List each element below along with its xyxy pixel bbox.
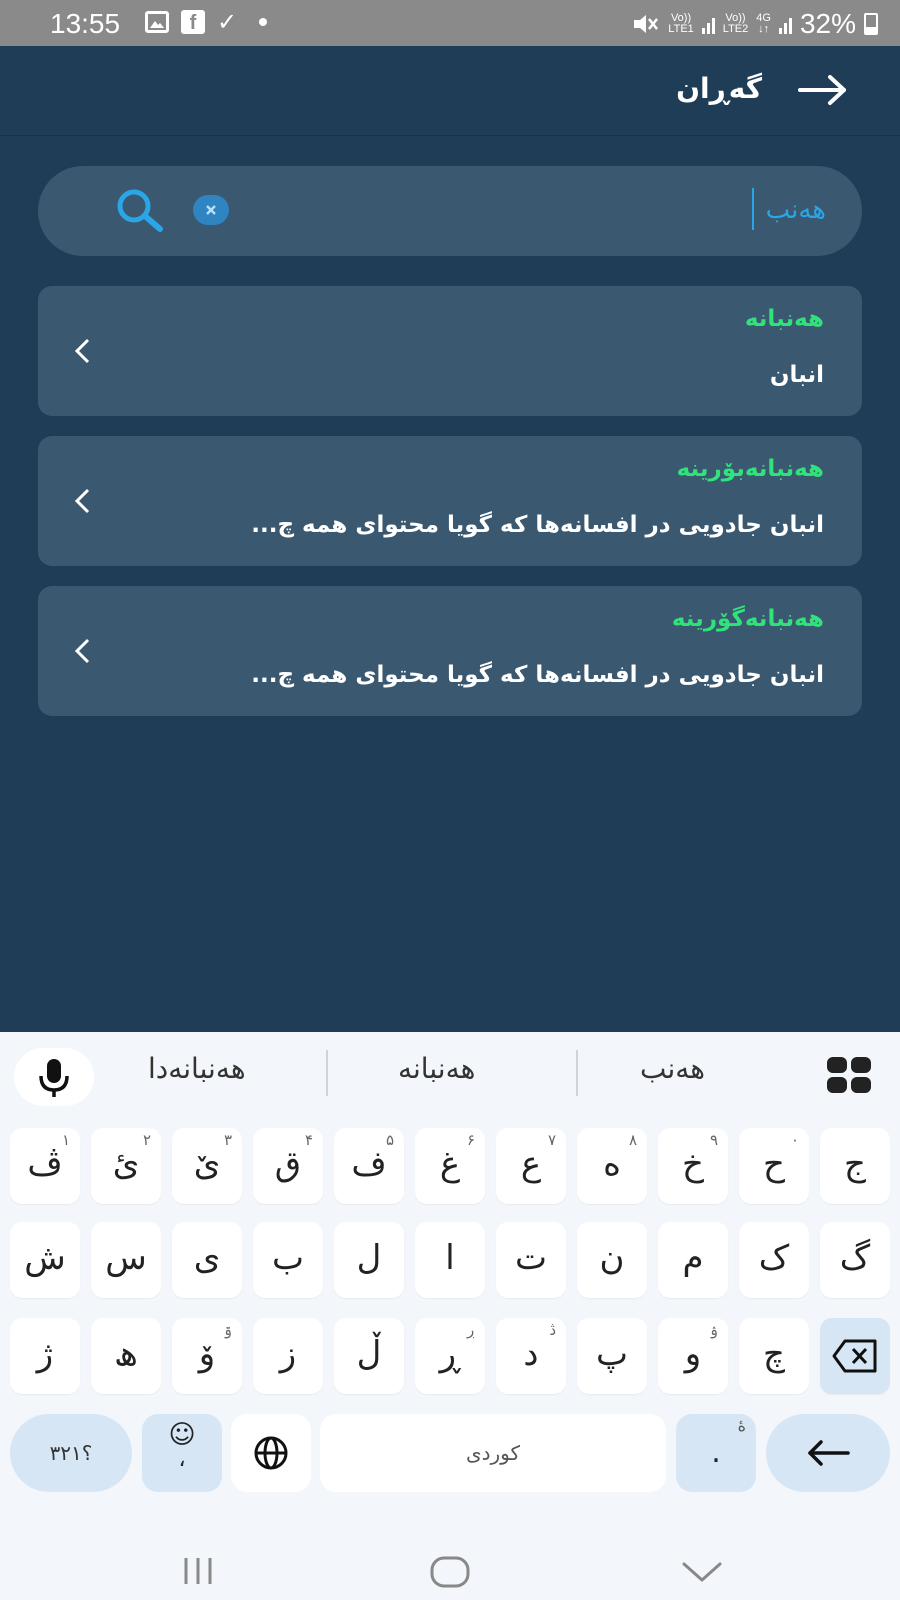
system-navigation-bar	[0, 1500, 900, 1600]
key[interactable]: چ	[739, 1318, 809, 1394]
suggestion-bar: هەنبانەدا هەنبانە هەنب	[0, 1032, 900, 1112]
arrow-left-icon	[808, 1440, 850, 1466]
search-input[interactable]	[246, 190, 826, 230]
network-lte2: Vo)) LTE2	[722, 12, 749, 35]
result-title: هەنبانەبۆرینە	[676, 456, 824, 482]
search-icon[interactable]	[112, 188, 168, 234]
check-icon: ✓	[217, 8, 238, 36]
enter-key[interactable]	[766, 1414, 890, 1492]
key[interactable]: خ٩	[658, 1128, 728, 1204]
result-title: هەنبانەگۆرینە	[671, 606, 824, 632]
key[interactable]: ح٠	[739, 1128, 809, 1204]
result-item[interactable]: هەنبانەگۆرینە انبان جادویی در افسانه‌ها …	[38, 586, 862, 716]
key[interactable]: ە٨	[577, 1128, 647, 1204]
home-icon[interactable]	[428, 1552, 472, 1592]
status-notification-icons: f ✓	[145, 8, 268, 36]
key[interactable]: ش	[10, 1222, 80, 1298]
network-lte1: Vo)) LTE1	[668, 12, 694, 35]
key[interactable]: ب	[253, 1222, 323, 1298]
result-subtitle: انبان جادویی در افسانه‌ها که گویا محتوای…	[251, 512, 824, 538]
key[interactable]: غ۶	[415, 1128, 485, 1204]
result-item[interactable]: هەنبانەبۆرینە انبان جادویی در افسانه‌ها …	[38, 436, 862, 566]
key[interactable]: ئ٢	[91, 1128, 161, 1204]
search-bar	[38, 166, 862, 256]
status-time: 13:55	[50, 8, 121, 39]
key[interactable]: پ	[577, 1318, 647, 1394]
signal-icon-2	[778, 14, 792, 34]
key[interactable]: م	[658, 1222, 728, 1298]
key[interactable]: ۆۊ	[172, 1318, 242, 1394]
key[interactable]: ز	[253, 1318, 323, 1394]
microphone-icon	[39, 1059, 69, 1097]
chevron-left-icon	[74, 638, 90, 664]
period-key[interactable]: ۀ .	[676, 1414, 756, 1492]
result-item[interactable]: هەنبانە انبان	[38, 286, 862, 416]
clear-search-button[interactable]	[193, 195, 229, 225]
key[interactable]: ن	[577, 1222, 647, 1298]
key[interactable]: ێ٣	[172, 1128, 242, 1204]
network-4g: 4G ↓↑	[756, 12, 771, 35]
key[interactable]: ڕڔ	[415, 1318, 485, 1394]
suggestion-divider	[576, 1050, 578, 1096]
key[interactable]: ف۵	[334, 1128, 404, 1204]
chevron-left-icon	[74, 488, 90, 514]
period-glyph: .	[711, 1435, 721, 1470]
dot-icon	[259, 18, 268, 26]
comma-glyph: ،	[178, 1447, 186, 1472]
close-icon	[206, 205, 216, 215]
status-system-icons: Vo)) LTE1 Vo)) LTE2 4G ↓↑ 32%	[632, 8, 878, 40]
key[interactable]: ڤ١	[10, 1128, 80, 1204]
key[interactable]: ا	[415, 1222, 485, 1298]
result-subtitle: انبان جادویی در افسانه‌ها که گویا محتوای…	[251, 662, 824, 688]
grid-menu-icon[interactable]	[826, 1056, 872, 1094]
page-title: گەڕان	[676, 72, 762, 105]
result-title: هەنبانە	[744, 306, 824, 332]
backspace-key[interactable]	[820, 1318, 890, 1394]
chevron-left-icon	[74, 338, 90, 364]
app-bar: گەڕان	[0, 46, 900, 136]
suggestion-item[interactable]: هەنبانە	[398, 1052, 475, 1085]
result-subtitle: انبان	[769, 362, 824, 388]
battery-percent: 32%	[799, 8, 856, 39]
numbers-key[interactable]: ؟٣٢١	[10, 1414, 132, 1492]
emoji-icon: ☺	[168, 1420, 196, 1450]
gallery-icon	[145, 11, 169, 33]
back-chevron-down-icon[interactable]	[680, 1552, 724, 1592]
key[interactable]: گ	[820, 1222, 890, 1298]
language-key[interactable]	[231, 1414, 311, 1492]
suggestion-item[interactable]: هەنبانەدا	[148, 1052, 246, 1085]
suggestion-divider	[326, 1050, 328, 1096]
key[interactable]: ع٧	[496, 1128, 566, 1204]
recent-apps-icon[interactable]	[178, 1552, 218, 1592]
key[interactable]: ک	[739, 1222, 809, 1298]
text-caret	[752, 188, 754, 230]
key[interactable]: ج	[820, 1128, 890, 1204]
back-arrow-icon[interactable]	[796, 72, 850, 108]
key[interactable]: ی	[172, 1222, 242, 1298]
key[interactable]: ق۴	[253, 1128, 323, 1204]
key[interactable]: دڎ	[496, 1318, 566, 1394]
battery-icon	[864, 13, 878, 35]
signal-icon	[701, 14, 715, 34]
key[interactable]: ل	[334, 1222, 404, 1298]
mute-icon	[634, 15, 659, 33]
key[interactable]: ھ	[91, 1318, 161, 1394]
emoji-key[interactable]: ☺ ،	[142, 1414, 222, 1492]
status-bar: 13:55 f ✓ Vo)) LTE1 Vo)) LTE2 4G ↓↑ 32%	[0, 0, 900, 46]
microphone-button[interactable]	[14, 1048, 94, 1106]
globe-icon	[254, 1436, 288, 1470]
key[interactable]: ڵ	[334, 1318, 404, 1394]
key[interactable]: وۉ	[658, 1318, 728, 1394]
suggestion-item[interactable]: هەنب	[640, 1052, 705, 1085]
facebook-icon: f	[181, 10, 205, 34]
key[interactable]: ژ	[10, 1318, 80, 1394]
key[interactable]: س	[91, 1222, 161, 1298]
key[interactable]: ت	[496, 1222, 566, 1298]
backspace-icon	[832, 1339, 877, 1373]
space-key[interactable]: کوردی	[320, 1414, 666, 1492]
